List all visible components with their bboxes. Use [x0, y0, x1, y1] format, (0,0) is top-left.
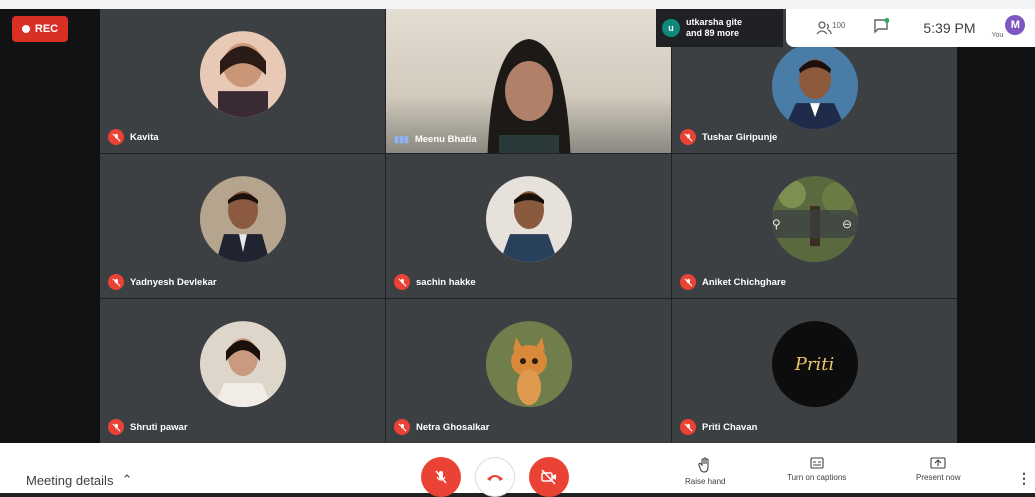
participant-name-line: ▮▮▮ Meenu Bhatia — [394, 134, 477, 145]
meeting-details-label: Meeting details — [26, 472, 114, 488]
participant-video-tile[interactable]: ▮▮▮ Meenu Bhatia — [386, 9, 671, 153]
present-icon — [930, 457, 946, 469]
more-options-icon[interactable]: ⊖ — [842, 217, 852, 231]
raise-hand-label: Raise hand — [685, 477, 726, 486]
participant-name-line: Yadnyesh Devlekar — [108, 274, 217, 290]
participant-name: Aniket Chichghare — [702, 276, 786, 288]
record-dot-icon — [21, 25, 30, 33]
bottom-control-bar: Meeting details ⌃ Raise hand Turn on cap… — [0, 443, 1035, 497]
recording-label: REC — [34, 23, 59, 35]
chat-icon — [874, 17, 890, 34]
mic-off-icon — [108, 419, 124, 435]
people-icon — [816, 21, 832, 35]
participant-name: Netra Ghosalkar — [416, 421, 490, 433]
leave-call-button[interactable] — [475, 457, 515, 497]
participant-name: Priti Chavan — [702, 421, 758, 433]
participant-tile[interactable]: Priti Priti Chavan — [672, 299, 957, 443]
more-options-icon[interactable]: ⋮ — [1017, 470, 1031, 487]
captions-button[interactable]: Turn on captions — [787, 457, 846, 482]
present-now-label: Present now — [916, 473, 961, 482]
you-label: You — [991, 31, 1004, 39]
mic-toggle-button[interactable] — [421, 457, 461, 497]
participant-tile[interactable]: Yadnyesh Devlekar — [100, 154, 385, 298]
hang-up-icon — [487, 475, 503, 481]
participants-overlay-chip[interactable]: u utkarsha gite and 89 more — [656, 9, 783, 47]
avatar — [485, 321, 572, 408]
participant-tile[interactable]: Shruti pawar — [100, 299, 385, 443]
captions-label: Turn on captions — [787, 473, 847, 482]
avatar — [199, 31, 286, 118]
mic-off-icon — [108, 129, 124, 145]
chevron-up-icon: ⌃ — [121, 472, 133, 487]
captions-icon — [810, 457, 824, 469]
participant-name: Tushar Giripunje — [702, 131, 778, 143]
speaking-indicator-icon: ▮▮▮ — [394, 134, 409, 144]
overlay-line1: utkarsha gite — [686, 17, 743, 27]
mic-off-icon — [394, 419, 410, 435]
pin-icon[interactable]: ⚲ — [772, 217, 781, 231]
top-info-bar: 100 5:39 PM You M — [786, 9, 1035, 47]
camera-off-icon — [541, 469, 556, 485]
participant-name-line: sachin hakke — [394, 274, 476, 290]
participant-tile[interactable]: Kavita — [100, 9, 385, 153]
participant-name-line: Shruti pawar — [108, 419, 188, 435]
participant-name: Shruti pawar — [130, 421, 188, 433]
priti-logo-text: Priti — [794, 353, 835, 375]
recording-badge: REC — [12, 16, 68, 42]
participant-name: Kavita — [130, 131, 159, 143]
participant-name-line: Netra Ghosalkar — [394, 419, 489, 435]
mic-off-icon — [435, 470, 447, 484]
present-now-button[interactable]: Present now — [916, 457, 960, 482]
camera-toggle-button[interactable] — [529, 457, 569, 497]
avatar — [199, 321, 286, 408]
participant-name-line: Tushar Giripunje — [680, 129, 777, 145]
mic-off-icon — [108, 274, 124, 290]
participant-name-line: Priti Chavan — [680, 419, 757, 435]
participant-name: sachin hakke — [416, 276, 476, 288]
mic-off-icon — [680, 129, 696, 145]
participants-overlay-text: utkarsha gite and 89 more — [686, 17, 742, 39]
participant-tile[interactable]: Netra Ghosalkar — [386, 299, 671, 443]
people-count: 100 — [832, 21, 846, 30]
tile-overlay-controls: ⚲ ⊖ — [764, 210, 860, 238]
hand-icon — [698, 457, 709, 473]
participant-tile[interactable]: sachin hakke — [386, 154, 671, 298]
participant-name-line: Kavita — [108, 129, 159, 145]
mic-off-icon — [394, 274, 410, 290]
avatar — [485, 176, 572, 263]
participant-name-line: Aniket Chichghare — [680, 274, 786, 290]
clock-time: 5:39 PM — [923, 20, 976, 36]
participant-name: Yadnyesh Devlekar — [130, 276, 217, 288]
people-button[interactable]: 100 — [816, 21, 845, 35]
meeting-details-button[interactable]: Meeting details ⌃ — [26, 472, 132, 488]
chat-button[interactable] — [873, 17, 890, 39]
participant-avatar: u — [662, 19, 680, 37]
avatar — [771, 43, 858, 130]
overlay-line2: and 89 more — [686, 28, 740, 38]
participant-tile[interactable]: ⚲ ⊖ Aniket Chichghare — [672, 154, 957, 298]
raise-hand-button[interactable]: Raise hand — [685, 457, 725, 486]
video-feed — [487, 39, 570, 153]
participant-name: Meenu Bhatia — [414, 134, 477, 145]
avatar: Priti — [771, 321, 858, 408]
mic-off-icon — [680, 274, 696, 290]
browser-top-strip — [0, 0, 1035, 9]
avatar — [199, 176, 286, 263]
mic-off-icon — [680, 419, 696, 435]
self-avatar[interactable]: M — [1005, 15, 1026, 35]
